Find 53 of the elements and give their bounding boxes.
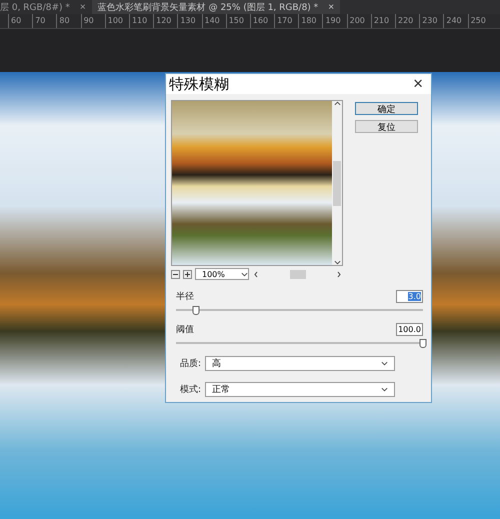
ruler-label: 240 xyxy=(443,14,468,28)
plus-icon xyxy=(185,272,190,276)
chevron-left-icon xyxy=(254,270,258,278)
value-field[interactable]: 3.0 xyxy=(396,290,423,303)
slider-label: 半径 xyxy=(176,290,194,303)
reset-button[interactable]: 复位 xyxy=(355,120,418,133)
dialog-title: 特殊模糊 xyxy=(169,74,229,94)
ruler-label: 140 xyxy=(202,14,226,28)
ruler-label: 80 xyxy=(56,14,81,28)
ruler-label: 70 xyxy=(32,14,56,28)
ok-button[interactable]: 确定 xyxy=(355,102,418,115)
ruler-label: 180 xyxy=(298,14,322,28)
scrollbar-thumb[interactable] xyxy=(333,160,342,206)
zoom-out-button[interactable] xyxy=(171,270,180,278)
chevron-down-icon xyxy=(241,272,248,276)
dropdown-select[interactable]: 正常 xyxy=(205,382,396,397)
close-tab-button[interactable]: × xyxy=(80,2,86,12)
ruler-label: 90 xyxy=(80,14,105,28)
ruler-label: 150 xyxy=(226,14,250,28)
close-tab-button[interactable]: × xyxy=(328,2,334,12)
ruler-label: 130 xyxy=(177,14,202,28)
ruler-label: 200 xyxy=(346,14,371,28)
zoom-in-button[interactable] xyxy=(183,270,192,278)
ruler-label: 230 xyxy=(419,14,444,28)
horizontal-scrollbar[interactable] xyxy=(252,270,343,278)
chevron-down-icon xyxy=(334,260,341,265)
ruler-label: 100 xyxy=(104,14,129,28)
dropdown-select[interactable]: 高 xyxy=(205,356,396,371)
ruler-label: 210 xyxy=(370,14,395,28)
chevron-up-icon xyxy=(334,101,341,106)
chevron-down-icon xyxy=(381,387,388,392)
value-field[interactable]: 100.0 xyxy=(396,323,423,336)
ruler-label: 190 xyxy=(322,14,347,28)
ruler-label: 250 xyxy=(468,14,492,28)
document-tab[interactable]: 蓝色水彩笔刷背景矢量素材 @ 25% (图层 1, RGB/8) * × xyxy=(92,0,340,14)
slider-label: 阈值 xyxy=(176,324,194,336)
slider-thumb[interactable] xyxy=(192,306,200,315)
ruler-label: 110 xyxy=(128,14,154,28)
document-tab[interactable]: 层 0, RGB/8#) * × xyxy=(0,0,92,14)
chevron-right-icon xyxy=(337,270,341,278)
scrollbar-thumb[interactable] xyxy=(290,270,306,278)
ruler-label: 170 xyxy=(274,14,298,28)
zoom-select[interactable]: 100% xyxy=(195,268,249,280)
select-label: 模式: xyxy=(180,384,202,396)
ruler-label: 120 xyxy=(153,14,178,28)
vertical-scrollbar[interactable] xyxy=(332,101,342,265)
ruler-label: 220 xyxy=(395,14,420,28)
ruler-label: 160 xyxy=(250,14,274,28)
chevron-down-icon xyxy=(381,361,388,366)
close-button[interactable]: × xyxy=(409,74,427,94)
slider-thumb[interactable] xyxy=(420,339,426,348)
ruler-label: 60 xyxy=(8,14,32,28)
select-label: 品质: xyxy=(180,358,202,370)
